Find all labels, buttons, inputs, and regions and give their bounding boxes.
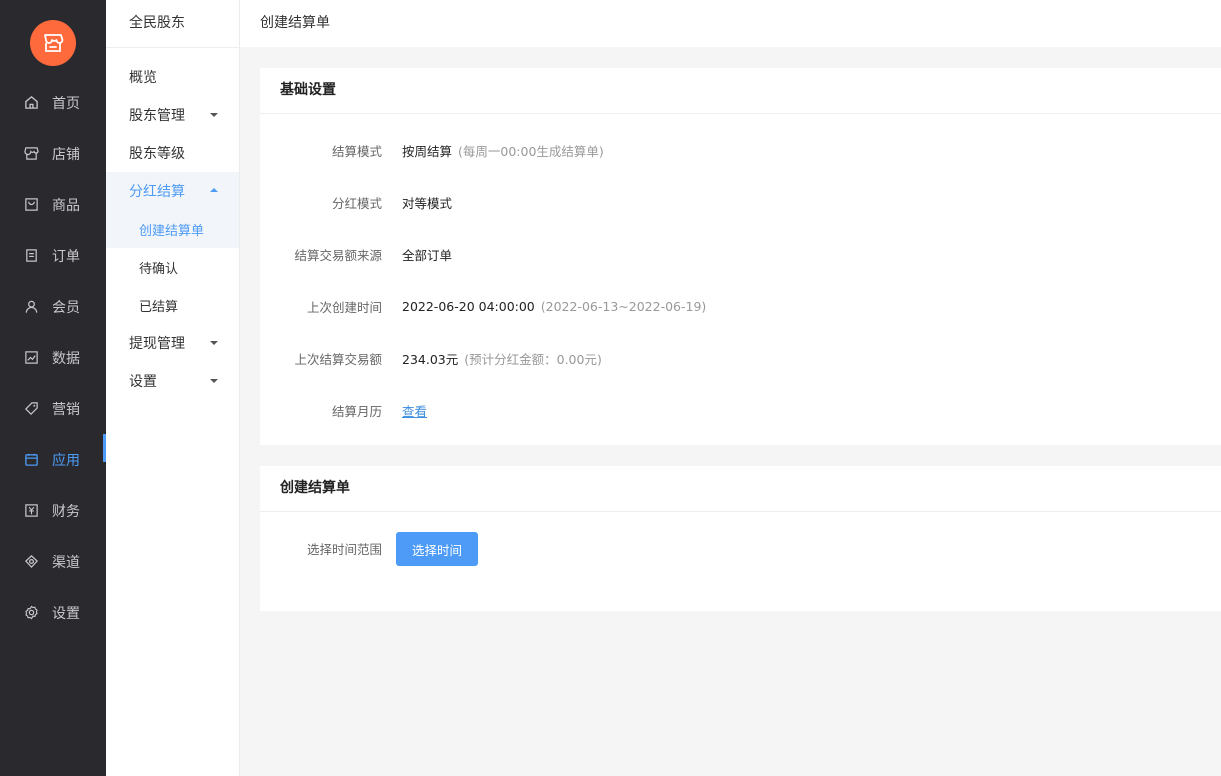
rail-item-member[interactable]: 会员 [0,281,106,332]
subnav-label: 待确认 [139,261,179,277]
subnav-item-withdraw[interactable]: 提现管理 [106,324,239,362]
subnav-item-overview[interactable]: 概览 [106,58,239,96]
field-label: 上次创建时间 [306,299,382,315]
dividend-mode-row: 分红模式 对等模式 [260,192,1221,212]
goods-icon [23,197,39,213]
subnav-label: 已结算 [139,299,179,315]
trade-source-row: 结算交易额来源 全部订单 [260,244,1221,264]
field-value: 2022-06-20 04:00:00 [402,298,535,314]
subnav-item-shareholder-level[interactable]: 股东等级 [106,134,239,172]
app-icon [23,452,39,468]
sub-nav: 全民股东 概览 股东管理 股东等级 分红结算 创建结算单 待确认 已结算 提现管… [106,0,240,776]
rail-item-finance[interactable]: 财务 [0,485,106,536]
field-label: 结算模式 [331,143,382,159]
last-created-row: 上次创建时间 2022-06-20 04:00:00 (2022-06-13~2… [260,296,1221,316]
logo[interactable] [30,20,76,66]
channel-icon [23,554,39,570]
field-value: 234.03元 [402,351,459,367]
select-time-button[interactable]: 选择时间 [396,532,478,566]
subnav-item-settled[interactable]: 已结算 [106,286,239,324]
card-title: 创建结算单 [260,466,1221,512]
settle-mode-row: 结算模式 按周结算 (每周一00:00生成结算单) [260,140,1221,160]
subnav-title: 全民股东 [106,0,239,48]
last-amount-row: 上次结算交易额 234.03元 (预计分红金额：0.00元) [260,348,1221,368]
tag-icon [23,401,39,417]
rail-item-app[interactable]: 应用 [0,434,106,485]
home-icon [23,95,39,111]
subnav-label: 概览 [129,70,157,86]
field-label: 结算月历 [331,403,382,419]
chevron-down-icon [210,379,218,383]
rail-item-marketing[interactable]: 营销 [0,383,106,434]
rail-item-order[interactable]: 订单 [0,230,106,281]
field-note: (2022-06-13~2022-06-19) [540,298,707,314]
rail-label: 应用 [52,452,80,469]
field-value: 全部订单 [402,247,453,263]
page-title: 创建结算单 [240,0,1221,47]
subnav-label: 股东等级 [129,146,185,162]
rail-item-settings[interactable]: 设置 [0,587,106,638]
field-label: 上次结算交易额 [294,351,382,367]
field-value: 对等模式 [402,195,453,211]
rail-label: 设置 [52,605,80,622]
rail-item-goods[interactable]: 商品 [0,179,106,230]
rail-label: 营销 [52,401,80,418]
chevron-up-icon [210,188,218,192]
subnav-label: 股东管理 [129,108,185,124]
member-icon [23,299,39,315]
subnav-label: 提现管理 [129,336,185,352]
create-statement-card: 创建结算单 选择时间范围 选择时间 [260,466,1221,611]
subnav-item-shareholder-manage[interactable]: 股东管理 [106,96,239,134]
subnav-item-create-statement[interactable]: 创建结算单 [106,210,239,248]
rail-item-store[interactable]: 店铺 [0,128,106,179]
subnav-label: 分红结算 [129,184,185,200]
subnav-item-dividend[interactable]: 分红结算 [106,172,239,210]
calendar-row: 结算月历 查看 [260,400,1221,420]
rail-label: 数据 [52,350,80,367]
field-label: 分红模式 [331,195,382,211]
view-calendar-link[interactable]: 查看 [402,401,427,420]
field-label: 结算交易额来源 [294,247,382,263]
subnav-label: 设置 [129,374,157,390]
rail-item-data[interactable]: 数据 [0,332,106,383]
chevron-down-icon [210,113,218,117]
rail-label: 店铺 [52,146,80,163]
rail-label: 首页 [52,95,80,112]
rail-label: 订单 [52,248,80,265]
rail-item-channel[interactable]: 渠道 [0,536,106,587]
field-value: 按周结算 [402,143,453,159]
field-note: (每周一00:00生成结算单) [458,143,604,159]
basic-settings-card: 基础设置 结算模式 按周结算 (每周一00:00生成结算单) 分红模式 对等模式… [260,68,1221,445]
rail-item-home[interactable]: 首页 [0,77,106,128]
time-range-row: 选择时间范围 选择时间 [260,532,1221,566]
gear-icon [23,605,39,621]
subnav-item-settings[interactable]: 设置 [106,362,239,400]
rail-label: 渠道 [52,554,80,571]
order-icon [23,248,39,264]
field-label: 选择时间范围 [306,542,382,557]
shop-logo-icon [44,34,64,52]
finance-icon [23,503,39,519]
rail-label: 会员 [52,299,80,316]
subnav-item-pending[interactable]: 待确认 [106,248,239,286]
chart-icon [23,350,39,366]
field-note: (预计分红金额：0.00元) [464,351,602,367]
main-rail: 首页 店铺 商品 订单 会员 数据 营销 应用 财务 渠道 设置 [0,0,106,776]
chevron-down-icon [210,341,218,345]
rail-label: 财务 [52,503,80,520]
card-title: 基础设置 [260,68,1221,114]
store-icon [23,146,39,162]
rail-label: 商品 [52,197,80,214]
subnav-label: 创建结算单 [139,223,205,239]
